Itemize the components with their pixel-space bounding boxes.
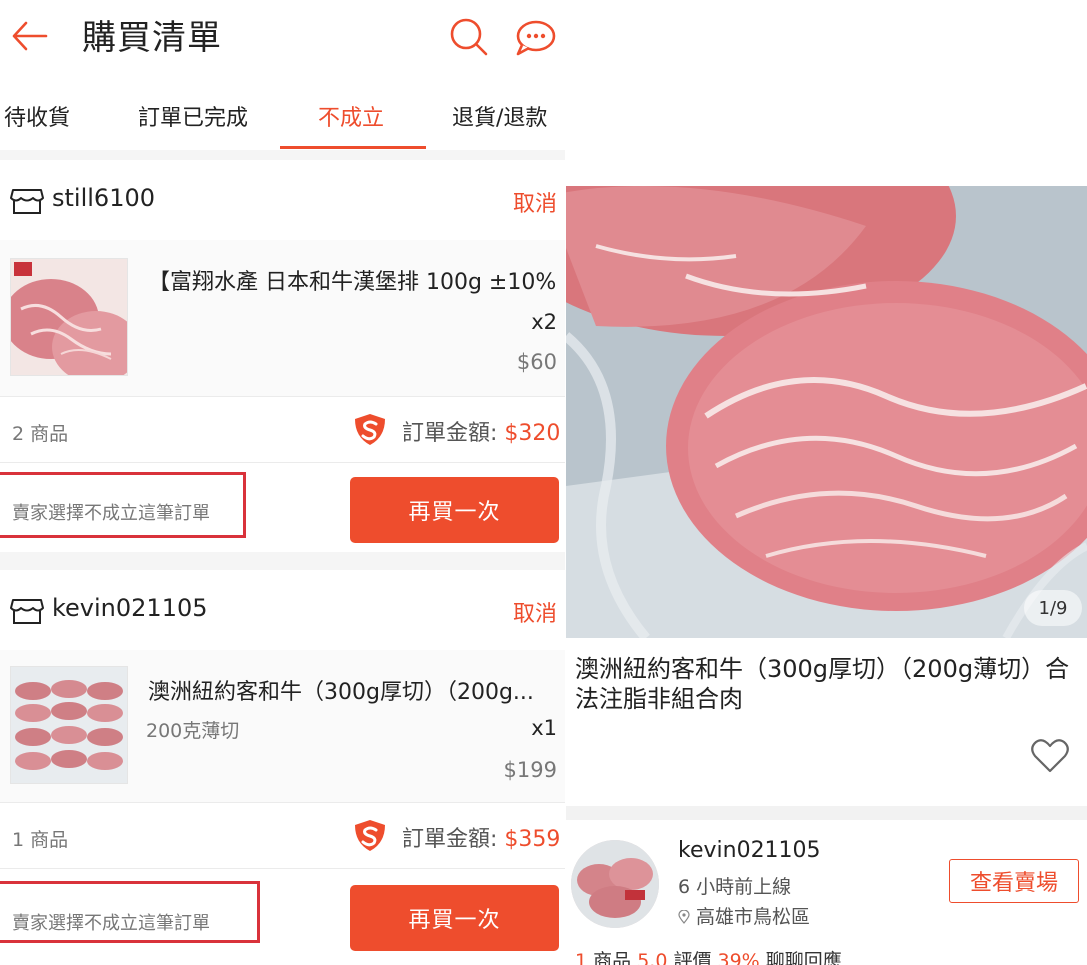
seller-avatar[interactable] xyxy=(571,840,659,928)
section-gap xyxy=(0,552,565,570)
seller-stats: 1 商品 5.0 評價 39% 聊聊回應 xyxy=(575,950,842,965)
seller-name: kevin021105 xyxy=(678,838,821,863)
back-button[interactable] xyxy=(8,14,52,58)
product-price: $60 xyxy=(516,350,557,374)
highlight-box xyxy=(0,881,260,943)
purchase-list-screen: 購買清單 待收貨 訂單已完成 不成立 退貨/退款 still6100 取消 【富… xyxy=(0,0,565,965)
item-count: 2 商品 xyxy=(12,423,69,445)
order-summary: 1 商品 訂單金額: $359 xyxy=(0,802,565,868)
shop-icon xyxy=(10,599,44,624)
tab-returns[interactable]: 退貨/退款 xyxy=(452,100,547,132)
top-app-bar: 購買清單 xyxy=(0,0,565,80)
active-tab-indicator xyxy=(280,146,426,149)
item-count: 1 商品 xyxy=(12,829,69,851)
tab-cancelled[interactable]: 不成立 xyxy=(318,100,384,132)
shop-row[interactable]: still6100 取消 xyxy=(0,160,565,240)
buy-again-button[interactable]: 再買一次 xyxy=(350,477,559,543)
arrow-left-icon xyxy=(12,21,48,51)
order-total: 訂單金額: $359 xyxy=(402,827,561,852)
shop-name: kevin021105 xyxy=(52,594,208,622)
image-counter: 1/9 xyxy=(1024,590,1082,626)
order-total-value: $320 xyxy=(504,421,561,446)
product-quantity: x1 xyxy=(531,716,557,740)
order-status-tag: 取消 xyxy=(512,602,557,627)
shopee-guarantee-shield-icon xyxy=(355,820,385,851)
like-button[interactable] xyxy=(1030,738,1070,774)
highlight-box xyxy=(0,472,246,538)
section-divider xyxy=(566,806,1087,820)
shop-row[interactable]: kevin021105 取消 xyxy=(0,570,565,650)
product-name: 澳洲紐約客和牛（300g厚切）（200g... xyxy=(148,680,534,705)
section-gap xyxy=(0,150,565,160)
order-total: 訂單金額: $320 xyxy=(402,421,561,446)
shopee-guarantee-shield-icon xyxy=(355,414,385,445)
order-total-value: $359 xyxy=(504,827,561,852)
location-pin-icon xyxy=(678,910,690,924)
product-quantity: x2 xyxy=(531,310,557,334)
tab-to-receive[interactable]: 待收貨 xyxy=(4,100,70,132)
tab-completed[interactable]: 訂單已完成 xyxy=(138,100,248,132)
seller-last-online: 6 小時前上線 xyxy=(678,876,792,898)
product-image xyxy=(566,186,1087,638)
heart-icon xyxy=(1031,739,1069,773)
product-thumbnail xyxy=(10,666,128,784)
product-title: 澳洲紐約客和牛（300g厚切）（200g薄切）合法注脂非組合肉 xyxy=(575,655,1070,713)
product-row[interactable]: 澳洲紐約客和牛（300g厚切）（200g... 200克薄切 x1 $199 xyxy=(0,650,565,802)
shop-name: still6100 xyxy=(52,184,155,212)
page-title: 購買清單 xyxy=(82,18,222,58)
search-button[interactable] xyxy=(446,14,490,58)
product-price: $199 xyxy=(503,758,557,782)
product-variant: 200克薄切 xyxy=(146,720,240,742)
product-thumbnail xyxy=(10,258,128,376)
seller-location: 高雄市鳥松區 xyxy=(678,902,810,929)
shop-icon xyxy=(10,189,44,214)
search-icon xyxy=(450,18,488,56)
order-summary: 2 商品 訂單金額: $320 xyxy=(0,396,565,462)
chat-bubble-icon xyxy=(516,20,556,56)
buy-again-button[interactable]: 再買一次 xyxy=(350,885,559,951)
view-shop-button[interactable]: 查看賣場 xyxy=(949,859,1079,903)
order-status-tabs: 待收貨 訂單已完成 不成立 退貨/退款 xyxy=(0,80,565,150)
order-status-tag: 取消 xyxy=(512,192,557,217)
product-row[interactable]: 【富翔水產 日本和牛漢堡排 100g ±10% x2 $60 xyxy=(0,240,565,396)
product-photo[interactable] xyxy=(566,186,1087,638)
product-name: 【富翔水產 日本和牛漢堡排 100g ±10% xyxy=(148,270,557,295)
chat-button[interactable] xyxy=(510,14,560,58)
